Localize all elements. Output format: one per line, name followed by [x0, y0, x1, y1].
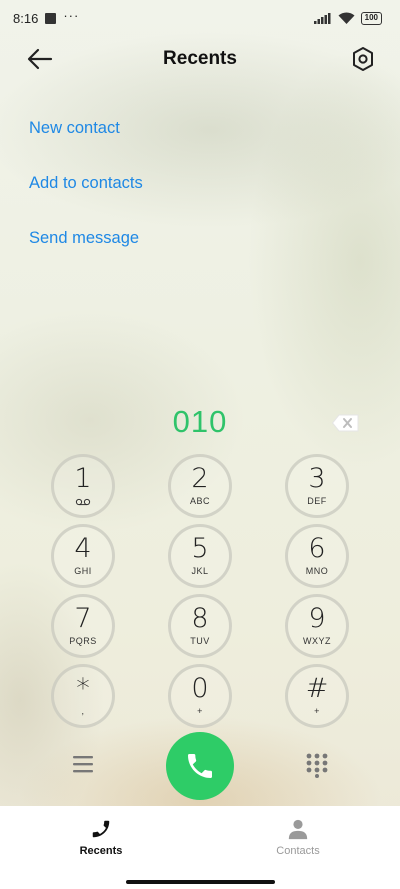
key-letters: PQRS	[69, 635, 97, 646]
back-arrow-icon[interactable]	[26, 46, 54, 72]
key-letters: JKL	[191, 565, 209, 576]
key-digit: #	[305, 672, 329, 704]
key-letters: MNO	[305, 565, 329, 576]
call-button[interactable]	[166, 732, 234, 800]
wifi-icon	[338, 12, 355, 24]
tab-recents[interactable]: Recents	[41, 818, 161, 857]
new-contact-link[interactable]: New contact	[29, 112, 143, 167]
bottom-nav: Recents Contacts	[0, 806, 400, 889]
key-digit: 9	[308, 602, 326, 634]
key-digit: 0	[191, 672, 209, 704]
key-letters: TUV	[190, 635, 210, 646]
dialpad: 1 2 ABC 3 DEF 4 GHI 5 JKL 6 MNO 7 PQRS 8…	[51, 454, 349, 728]
backspace-icon[interactable]	[332, 414, 359, 432]
key-letters: DEF	[307, 495, 327, 506]
signal-icon	[313, 12, 331, 24]
key-digit: 2	[191, 462, 209, 494]
notification-icon	[45, 12, 57, 24]
key-8[interactable]: 8 TUV	[168, 594, 232, 658]
more-notifications-icon: ···	[63, 8, 80, 23]
key-1[interactable]: 1	[51, 454, 115, 518]
voicemail-icon	[75, 498, 91, 505]
phone-icon	[92, 820, 110, 838]
dialer-actions	[0, 732, 400, 800]
key-7[interactable]: 7 PQRS	[51, 594, 115, 658]
key-5[interactable]: 5 JKL	[168, 524, 232, 588]
dialpad-icon[interactable]	[304, 752, 330, 778]
key-digit: 5	[191, 532, 209, 564]
key-letters: +	[314, 705, 320, 716]
key-digit: 4	[74, 532, 92, 564]
battery-icon: 100	[360, 11, 382, 25]
key-digit: 7	[74, 602, 92, 634]
battery-level: 100	[364, 13, 378, 22]
key-4[interactable]: 4 GHI	[51, 524, 115, 588]
key-star[interactable]: * ,	[51, 664, 115, 728]
menu-icon[interactable]	[71, 754, 95, 774]
key-digit: *	[76, 672, 90, 704]
key-digit: 1	[74, 462, 92, 494]
key-2[interactable]: 2 ABC	[168, 454, 232, 518]
key-letters: WXYZ	[303, 635, 331, 646]
key-letters: GHI	[74, 565, 92, 576]
key-digit: 3	[308, 462, 326, 494]
key-letters: ABC	[189, 495, 210, 506]
header: Recents	[0, 38, 400, 80]
person-icon	[288, 819, 308, 840]
tab-contacts[interactable]: Contacts	[238, 818, 358, 857]
home-indicator	[126, 880, 275, 884]
add-to-contacts-link[interactable]: Add to contacts	[29, 167, 143, 222]
tab-label: Contacts	[276, 845, 320, 857]
phone-icon	[188, 754, 212, 778]
key-letters: ,	[81, 705, 85, 716]
key-3[interactable]: 3 DEF	[285, 454, 349, 518]
quick-actions: New contact Add to contacts Send message	[29, 112, 143, 277]
key-6[interactable]: 6 MNO	[285, 524, 349, 588]
page-title: Recents	[163, 48, 237, 69]
tab-label: Recents	[79, 845, 123, 857]
send-message-link[interactable]: Send message	[29, 222, 143, 277]
key-digit: 8	[191, 602, 209, 634]
key-letters: +	[197, 705, 203, 716]
key-digit: 6	[308, 532, 326, 564]
status-bar: 8:16 ··· 100	[0, 0, 400, 36]
key-9[interactable]: 9 WXYZ	[285, 594, 349, 658]
settings-hexagon-icon[interactable]	[350, 45, 376, 73]
status-time: 8:16	[13, 10, 39, 26]
key-hash[interactable]: # +	[285, 664, 349, 728]
key-0[interactable]: 0 +	[168, 664, 232, 728]
